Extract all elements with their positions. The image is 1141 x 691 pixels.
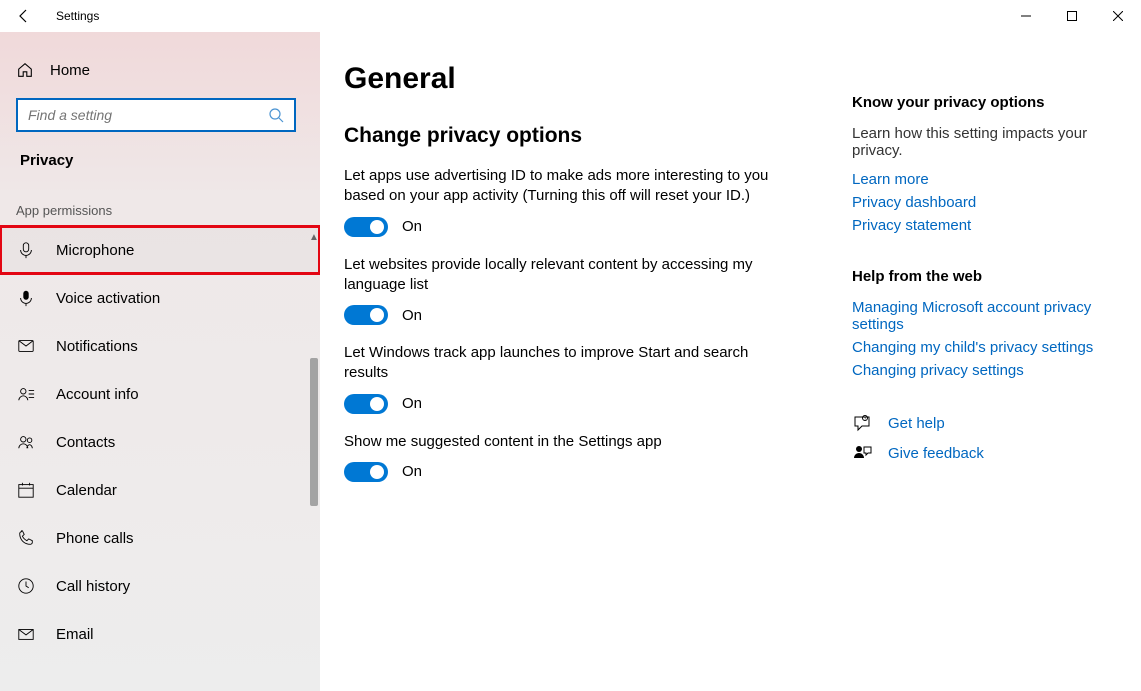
get-help-row[interactable]: ? Get help [852,413,1111,433]
toggle-state: On [402,395,422,412]
sidebar-item-label: Email [56,626,94,643]
voice-icon [16,288,36,308]
notifications-icon [16,336,36,356]
sidebar-item-label: Voice activation [56,290,160,307]
minimize-button[interactable] [1003,0,1049,32]
scroll-thumb[interactable] [310,358,318,506]
search-icon [268,107,284,123]
home-link[interactable]: Home [0,50,320,90]
phone-icon [16,528,36,548]
know-title: Know your privacy options [852,94,1111,111]
link-privacy-statement[interactable]: Privacy statement [852,217,1111,234]
sidebar-item-phone-calls[interactable]: Phone calls [0,514,320,562]
toggle-state: On [402,307,422,324]
toggle-advertising-id[interactable] [344,217,388,237]
calendar-icon [16,480,36,500]
toggle-state: On [402,463,422,480]
sidebar-item-notifications[interactable]: Notifications [0,322,320,370]
link-managing-account[interactable]: Managing Microsoft account privacy setti… [852,299,1111,333]
link-get-help[interactable]: Get help [888,415,945,432]
link-child-privacy[interactable]: Changing my child's privacy settings [852,339,1111,356]
history-icon [16,576,36,596]
maximize-button[interactable] [1049,0,1095,32]
home-icon [16,61,34,79]
sidebar-item-label: Microphone [56,242,134,259]
sidebar-item-email[interactable]: Email [0,610,320,658]
scroll-up-icon[interactable]: ▲ [309,232,319,243]
microphone-icon [16,240,36,260]
sidebar-item-microphone[interactable]: Microphone [0,226,320,274]
right-pane: Know your privacy options Learn how this… [794,52,1141,691]
close-button[interactable] [1095,0,1141,32]
toggle-state: On [402,218,422,235]
page-title: General [344,62,794,96]
link-privacy-dashboard[interactable]: Privacy dashboard [852,194,1111,211]
email-icon [16,624,36,644]
category-label: Privacy [0,146,320,187]
get-help-icon: ? [852,413,872,433]
titlebar: Settings [0,0,1141,32]
account-icon [16,384,36,404]
back-button[interactable] [0,0,48,32]
option-desc: Let apps use advertising ID to make ads … [344,166,784,207]
link-give-feedback[interactable]: Give feedback [888,445,984,462]
page-subtitle: Change privacy options [344,124,794,148]
sidebar-item-label: Call history [56,578,130,595]
search-field[interactable] [28,107,268,123]
sidebar-item-label: Account info [56,386,139,403]
sidebar-item-account-info[interactable]: Account info [0,370,320,418]
sidebar-item-label: Calendar [56,482,117,499]
toggle-app-launches[interactable] [344,394,388,414]
option-desc: Let websites provide locally relevant co… [344,255,784,296]
feedback-icon [852,443,872,463]
sidebar-item-label: Phone calls [56,530,134,547]
toggle-language-list[interactable] [344,305,388,325]
toggle-suggested-content[interactable] [344,462,388,482]
sidebar-scrollbar[interactable]: ▲ [310,232,318,691]
contacts-icon [16,432,36,452]
sidebar: Home Privacy App permissions Microphone [0,32,320,691]
link-learn-more[interactable]: Learn more [852,171,1111,188]
search-input[interactable] [16,98,296,132]
know-desc: Learn how this setting impacts your priv… [852,125,1111,159]
sidebar-item-voice-activation[interactable]: Voice activation [0,274,320,322]
sidebar-item-label: Contacts [56,434,115,451]
sidebar-item-call-history[interactable]: Call history [0,562,320,610]
feedback-row[interactable]: Give feedback [852,443,1111,463]
sidebar-item-calendar[interactable]: Calendar [0,466,320,514]
option-desc: Show me suggested content in the Setting… [344,432,784,452]
option-desc: Let Windows track app launches to improv… [344,343,784,384]
link-changing-privacy[interactable]: Changing privacy settings [852,362,1111,379]
home-label: Home [50,62,90,79]
sidebar-item-contacts[interactable]: Contacts [0,418,320,466]
section-header: App permissions [0,187,320,226]
sidebar-item-label: Notifications [56,338,138,355]
content-pane: General Change privacy options Let apps … [344,52,794,691]
window-title: Settings [48,9,99,23]
help-title: Help from the web [852,268,1111,285]
